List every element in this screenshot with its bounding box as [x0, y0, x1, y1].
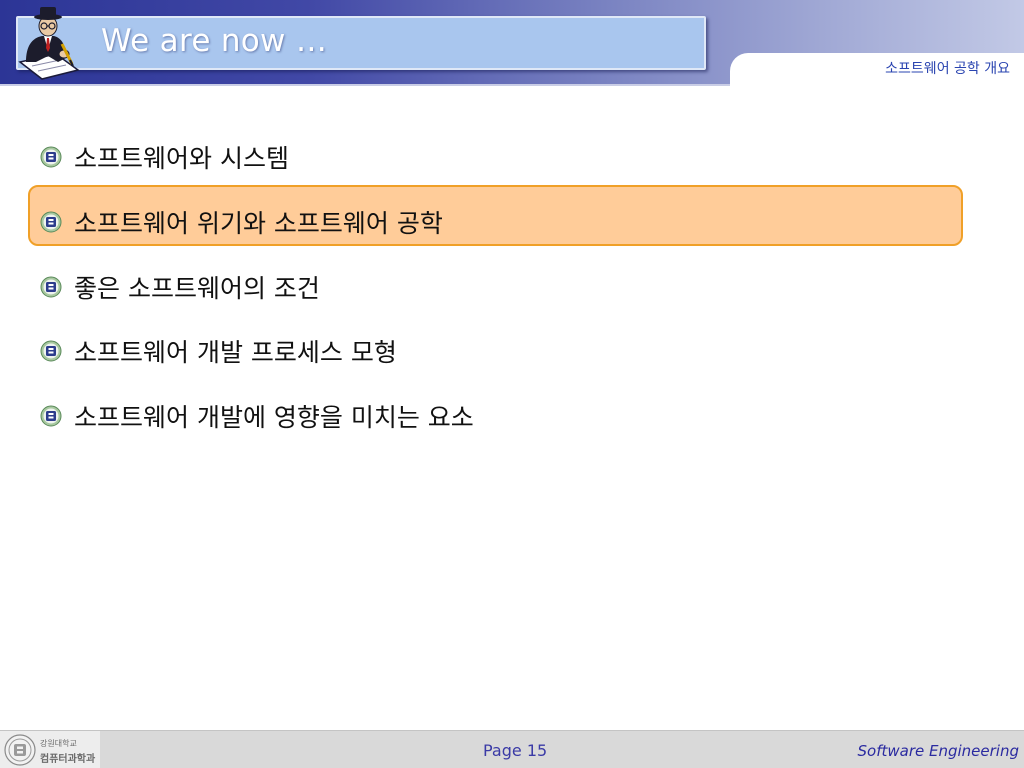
page-number: Page 15: [483, 741, 548, 760]
university-seal-icon: [4, 734, 36, 766]
agenda-item: 소프트웨어 개발 프로세스 모형: [40, 331, 397, 371]
agenda-item-current: 소프트웨어 위기와 소프트웨어 공학: [40, 202, 443, 242]
section-label: 소프트웨어 공학 개요: [885, 61, 1010, 77]
university-emblem-icon: [40, 340, 62, 362]
university-emblem-icon: [40, 405, 62, 427]
slide-title: We are now …: [101, 23, 328, 59]
agenda-item-label: 소프트웨어 위기와 소프트웨어 공학: [74, 209, 443, 238]
footer-department: 컴퓨터과학과: [40, 754, 96, 765]
university-emblem-icon: [40, 146, 62, 168]
agenda-item-label: 좋은 소프트웨어의 조건: [74, 274, 320, 303]
university-emblem-icon: [40, 276, 62, 298]
presenter-logo-icon: [18, 7, 80, 80]
agenda-item: 좋은 소프트웨어의 조건: [40, 267, 320, 307]
agenda-item: 소프트웨어 개발에 영향을 미치는 요소: [40, 396, 474, 436]
university-emblem-icon: [40, 211, 62, 233]
agenda-item-label: 소프트웨어와 시스템: [74, 144, 289, 173]
footer-course-title: Software Engineering: [857, 742, 1019, 760]
agenda-item: 소프트웨어와 시스템: [40, 137, 289, 177]
agenda-item-label: 소프트웨어 개발에 영향을 미치는 요소: [74, 403, 474, 432]
footer-university: 강원대학교: [40, 739, 77, 748]
agenda-item-label: 소프트웨어 개발 프로세스 모형: [74, 338, 397, 367]
